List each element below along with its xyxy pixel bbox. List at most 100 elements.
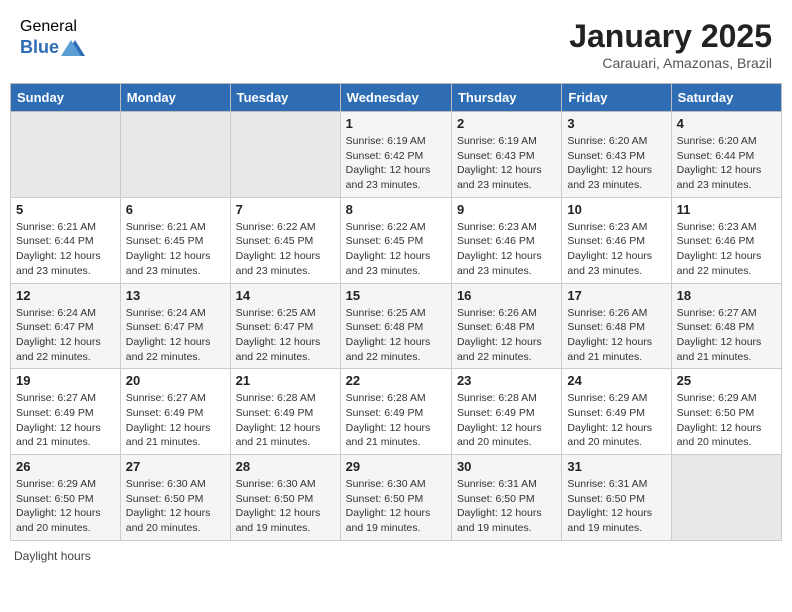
day-info: Sunrise: 6:25 AM Sunset: 6:47 PM Dayligh… [236,306,335,365]
day-number: 25 [677,373,776,388]
day-number: 11 [677,202,776,217]
day-number: 22 [346,373,446,388]
day-info: Sunrise: 6:23 AM Sunset: 6:46 PM Dayligh… [457,220,556,279]
calendar-cell: 2 Sunrise: 6:19 AM Sunset: 6:43 PM Daylig… [451,112,561,198]
calendar-cell [671,455,781,541]
day-info: Sunrise: 6:29 AM Sunset: 6:50 PM Dayligh… [16,477,115,536]
day-number: 7 [236,202,335,217]
logo-icon [61,36,85,60]
day-info: Sunrise: 6:27 AM Sunset: 6:49 PM Dayligh… [126,391,225,450]
calendar-week-row: 19 Sunrise: 6:27 AM Sunset: 6:49 PM Dayli… [11,369,782,455]
day-info: Sunrise: 6:30 AM Sunset: 6:50 PM Dayligh… [236,477,335,536]
day-info: Sunrise: 6:28 AM Sunset: 6:49 PM Dayligh… [236,391,335,450]
calendar-day-header: Friday [562,84,671,112]
day-info: Sunrise: 6:23 AM Sunset: 6:46 PM Dayligh… [567,220,665,279]
calendar-cell: 24 Sunrise: 6:29 AM Sunset: 6:49 PM Dayli… [562,369,671,455]
calendar-cell: 3 Sunrise: 6:20 AM Sunset: 6:43 PM Daylig… [562,112,671,198]
day-info: Sunrise: 6:19 AM Sunset: 6:42 PM Dayligh… [346,134,446,193]
day-number: 3 [567,116,665,131]
day-number: 13 [126,288,225,303]
day-info: Sunrise: 6:30 AM Sunset: 6:50 PM Dayligh… [126,477,225,536]
day-number: 28 [236,459,335,474]
day-number: 18 [677,288,776,303]
day-number: 9 [457,202,556,217]
day-info: Sunrise: 6:22 AM Sunset: 6:45 PM Dayligh… [346,220,446,279]
calendar-cell: 5Sunrise: 6:21 AM Sunset: 6:44 PM Daylig… [11,197,121,283]
calendar-cell: 20 Sunrise: 6:27 AM Sunset: 6:49 PM Dayli… [120,369,230,455]
logo: General Blue [20,18,85,60]
logo-general: General [20,18,85,36]
day-number: 2 [457,116,556,131]
calendar-day-header: Monday [120,84,230,112]
day-info: Sunrise: 6:28 AM Sunset: 6:49 PM Dayligh… [457,391,556,450]
day-info: Sunrise: 6:19 AM Sunset: 6:43 PM Dayligh… [457,134,556,193]
calendar-cell: 30 Sunrise: 6:31 AM Sunset: 6:50 PM Dayli… [451,455,561,541]
footer: Daylight hours [10,549,782,563]
location: Carauari, Amazonas, Brazil [569,55,772,71]
day-info: Sunrise: 6:31 AM Sunset: 6:50 PM Dayligh… [457,477,556,536]
day-info: Sunrise: 6:22 AM Sunset: 6:45 PM Dayligh… [236,220,335,279]
calendar-cell: 31 Sunrise: 6:31 AM Sunset: 6:50 PM Dayli… [562,455,671,541]
calendar-cell [120,112,230,198]
day-number: 12 [16,288,115,303]
calendar-cell: 10Sunrise: 6:23 AM Sunset: 6:46 PM Dayli… [562,197,671,283]
calendar-cell: 8 Sunrise: 6:22 AM Sunset: 6:45 PM Daylig… [340,197,451,283]
day-number: 27 [126,459,225,474]
day-number: 4 [677,116,776,131]
calendar-cell: 19 Sunrise: 6:27 AM Sunset: 6:49 PM Dayli… [11,369,121,455]
day-number: 31 [567,459,665,474]
calendar-cell: 28 Sunrise: 6:30 AM Sunset: 6:50 PM Dayli… [230,455,340,541]
day-info: Sunrise: 6:31 AM Sunset: 6:50 PM Dayligh… [567,477,665,536]
calendar-cell: 17 Sunrise: 6:26 AM Sunset: 6:48 PM Dayli… [562,283,671,369]
day-info: Sunrise: 6:20 AM Sunset: 6:43 PM Dayligh… [567,134,665,193]
page-header: General Blue January 2025 Carauari, Amaz… [10,10,782,79]
day-number: 23 [457,373,556,388]
calendar-day-header: Thursday [451,84,561,112]
day-info: Sunrise: 6:30 AM Sunset: 6:50 PM Dayligh… [346,477,446,536]
day-info: Sunrise: 6:20 AM Sunset: 6:44 PM Dayligh… [677,134,776,193]
month-title: January 2025 [569,18,772,55]
calendar-cell [11,112,121,198]
day-info: Sunrise: 6:29 AM Sunset: 6:50 PM Dayligh… [677,391,776,450]
day-info: Sunrise: 6:23 AM Sunset: 6:46 PM Dayligh… [677,220,776,279]
calendar-cell: 4 Sunrise: 6:20 AM Sunset: 6:44 PM Daylig… [671,112,781,198]
calendar-cell: 13 Sunrise: 6:24 AM Sunset: 6:47 PM Dayli… [120,283,230,369]
calendar-cell: 11 Sunrise: 6:23 AM Sunset: 6:46 PM Dayli… [671,197,781,283]
day-info: Sunrise: 6:25 AM Sunset: 6:48 PM Dayligh… [346,306,446,365]
day-number: 24 [567,373,665,388]
day-info: Sunrise: 6:21 AM Sunset: 6:45 PM Dayligh… [126,220,225,279]
day-info: Sunrise: 6:21 AM Sunset: 6:44 PM Dayligh… [16,220,115,279]
calendar-cell: 15Sunrise: 6:25 AM Sunset: 6:48 PM Dayli… [340,283,451,369]
calendar-table: SundayMondayTuesdayWednesdayThursdayFrid… [10,83,782,541]
calendar-cell: 14Sunrise: 6:25 AM Sunset: 6:47 PM Dayli… [230,283,340,369]
calendar-cell: 12Sunrise: 6:24 AM Sunset: 6:47 PM Dayli… [11,283,121,369]
calendar-day-header: Tuesday [230,84,340,112]
day-number: 8 [346,202,446,217]
calendar-week-row: 26Sunrise: 6:29 AM Sunset: 6:50 PM Dayli… [11,455,782,541]
day-info: Sunrise: 6:28 AM Sunset: 6:49 PM Dayligh… [346,391,446,450]
day-info: Sunrise: 6:27 AM Sunset: 6:49 PM Dayligh… [16,391,115,450]
day-info: Sunrise: 6:24 AM Sunset: 6:47 PM Dayligh… [126,306,225,365]
day-number: 17 [567,288,665,303]
calendar-day-header: Wednesday [340,84,451,112]
day-number: 29 [346,459,446,474]
calendar-cell: 6 Sunrise: 6:21 AM Sunset: 6:45 PM Daylig… [120,197,230,283]
day-number: 30 [457,459,556,474]
calendar-cell [230,112,340,198]
calendar-cell: 1Sunrise: 6:19 AM Sunset: 6:42 PM Daylig… [340,112,451,198]
day-info: Sunrise: 6:26 AM Sunset: 6:48 PM Dayligh… [457,306,556,365]
day-number: 19 [16,373,115,388]
calendar-cell: 7 Sunrise: 6:22 AM Sunset: 6:45 PM Daylig… [230,197,340,283]
day-info: Sunrise: 6:26 AM Sunset: 6:48 PM Dayligh… [567,306,665,365]
calendar-week-row: 5Sunrise: 6:21 AM Sunset: 6:44 PM Daylig… [11,197,782,283]
title-block: January 2025 Carauari, Amazonas, Brazil [569,18,772,71]
calendar-week-row: 1Sunrise: 6:19 AM Sunset: 6:42 PM Daylig… [11,112,782,198]
day-info: Sunrise: 6:27 AM Sunset: 6:48 PM Dayligh… [677,306,776,365]
day-number: 6 [126,202,225,217]
day-number: 20 [126,373,225,388]
calendar-cell: 16Sunrise: 6:26 AM Sunset: 6:48 PM Dayli… [451,283,561,369]
calendar-week-row: 12 Sunrise: 6:24 AM Sunset: 6:47 PM Dayli… [11,283,782,369]
daylight-label: Daylight hours [14,549,91,563]
calendar-cell: 23 Sunrise: 6:28 AM Sunset: 6:49 PM Dayli… [451,369,561,455]
day-info: Sunrise: 6:29 AM Sunset: 6:49 PM Dayligh… [567,391,665,450]
